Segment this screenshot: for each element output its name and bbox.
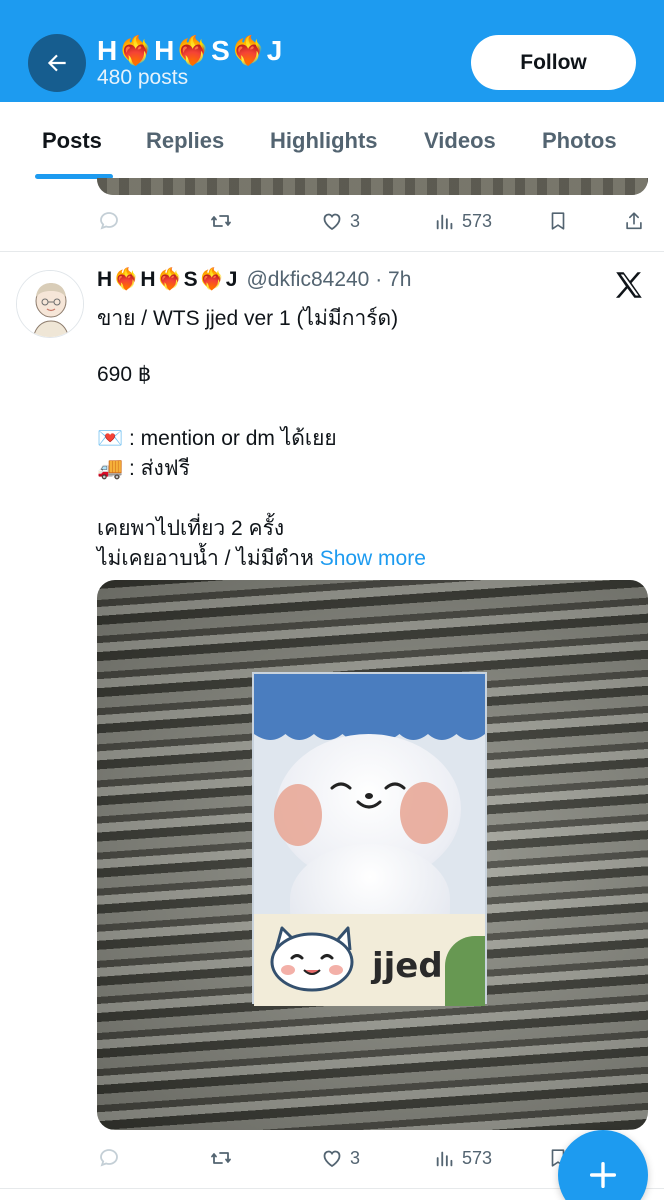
reply-icon: [100, 1149, 118, 1167]
views-button[interactable]: 573: [434, 201, 492, 241]
jjed-character-icon: [270, 926, 354, 992]
tab-videos[interactable]: Videos: [424, 128, 496, 154]
share-icon: [626, 212, 642, 230]
previous-tweet-photo[interactable]: [97, 178, 648, 195]
share-button[interactable]: [623, 201, 645, 241]
tweet-text-line: 💌 : mention or dm ได้เยย: [97, 427, 337, 450]
x-logo-icon: [615, 272, 642, 298]
bookmark-button[interactable]: [547, 201, 569, 241]
post-count: 480 posts: [97, 66, 189, 89]
plush-box: jjed: [252, 672, 487, 1006]
profile-header: H❤️‍🔥H❤️‍🔥S❤️‍🔥J 480 posts Follow: [0, 0, 664, 102]
tab-photos[interactable]: Photos: [542, 128, 617, 154]
tab-highlights[interactable]: Highlights: [270, 128, 378, 154]
plush-cheek: [274, 784, 322, 846]
show-more-link[interactable]: Show more: [320, 547, 426, 570]
follow-button[interactable]: Follow: [471, 35, 636, 90]
like-button[interactable]: 3: [320, 1138, 360, 1178]
repost-button[interactable]: [208, 201, 234, 241]
tweet-text-line: ขาย / WTS jjed ver 1 (ไม่มีการ์ด): [97, 307, 399, 330]
back-button[interactable]: [28, 34, 86, 92]
avatar[interactable]: [16, 270, 84, 338]
previous-tweet-actions: 3 573: [0, 201, 664, 241]
box-top-panel: [254, 674, 485, 732]
tweet-text-line: ไม่เคยอาบน้ำ / ไม่มีตำห: [97, 547, 314, 570]
heart-icon: [323, 1150, 341, 1168]
bar-chart-icon: [436, 214, 453, 230]
tweet-header: H❤️‍🔥H❤️‍🔥S❤️‍🔥J @dkfic84240 · 7h: [97, 268, 411, 292]
reply-icon: [100, 212, 118, 230]
box-label: jjed: [372, 946, 443, 986]
profile-tabs: Posts Replies Highlights Videos Photos: [0, 102, 664, 180]
tweet-photo[interactable]: jjed: [97, 580, 648, 1130]
like-count: 3: [350, 1147, 361, 1168]
plush-face: [330, 782, 406, 809]
repost-button[interactable]: [208, 1138, 234, 1178]
tweet-text-line: 🚚 : ส่งฟรี: [97, 457, 190, 480]
views-button[interactable]: 573: [434, 1138, 492, 1178]
tweet-text-last-line: ไม่เคยอาบน้ำ / ไม่มีตำห Show more: [97, 542, 426, 575]
like-count: 3: [350, 210, 361, 231]
tweet-divider: [0, 251, 664, 252]
like-button[interactable]: 3: [320, 201, 360, 241]
author-handle-time[interactable]: @dkfic84240 · 7h: [246, 268, 411, 291]
arrow-left-icon: [47, 54, 66, 72]
tweet-text-line: เคยพาไปเที่ยว 2 ครั้ง: [97, 517, 285, 540]
box-leaf: [445, 936, 485, 1006]
reply-button[interactable]: [97, 201, 121, 241]
tab-replies[interactable]: Replies: [146, 128, 224, 154]
views-count: 573: [462, 1147, 493, 1168]
views-count: 573: [462, 210, 493, 231]
profile-name: H❤️‍🔥H❤️‍🔥S❤️‍🔥J: [97, 35, 284, 66]
bar-chart-icon: [436, 1151, 453, 1167]
repost-icon: [211, 215, 231, 227]
reply-button[interactable]: [97, 1138, 121, 1178]
heart-icon: [323, 213, 341, 231]
tweet-text-line: 690 ฿: [97, 363, 152, 386]
tab-posts[interactable]: Posts: [42, 128, 102, 154]
repost-icon: [211, 1152, 231, 1164]
plus-icon: [589, 1161, 617, 1189]
bookmark-icon: [551, 212, 565, 230]
author-name[interactable]: H❤️‍🔥H❤️‍🔥S❤️‍🔥J: [97, 268, 238, 291]
